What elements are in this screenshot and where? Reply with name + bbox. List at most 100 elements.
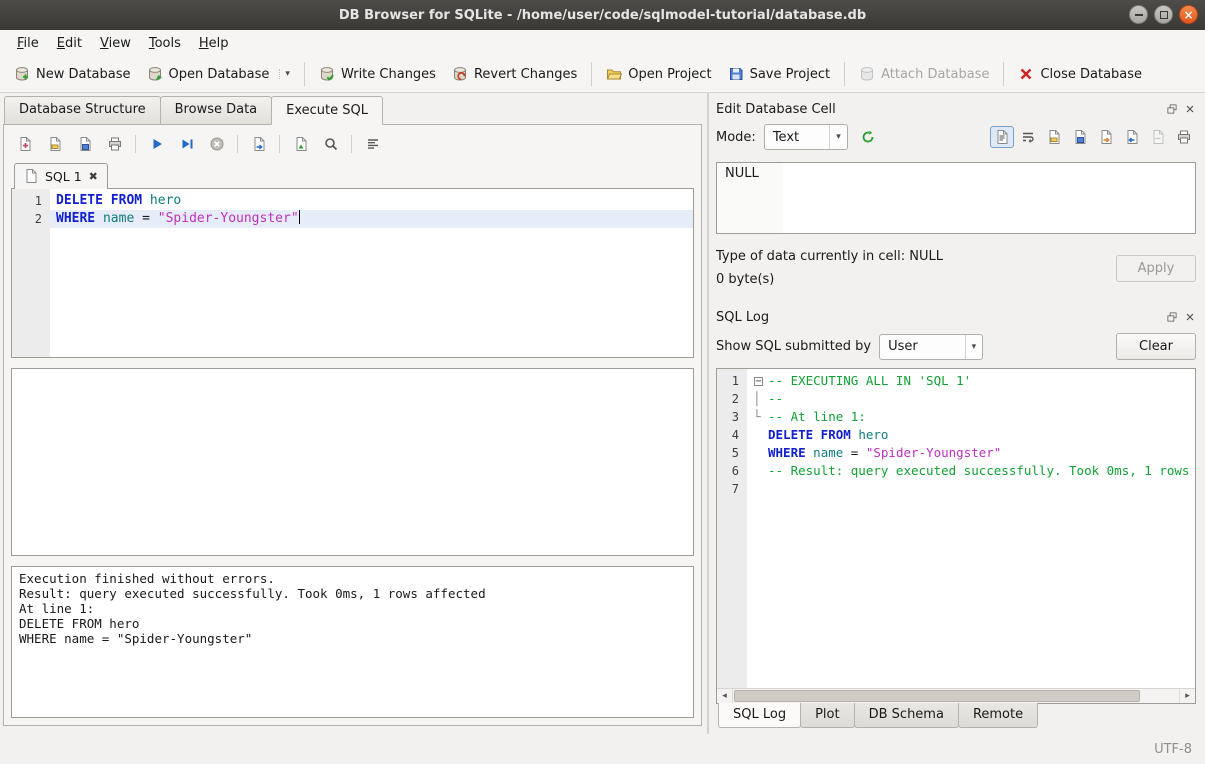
export-cell-button[interactable] — [1094, 126, 1118, 148]
line-number: 6 — [717, 462, 747, 480]
toolbar-separator — [279, 135, 280, 153]
new-database-button[interactable]: New Database — [6, 61, 139, 87]
menu-tools[interactable]: Tools — [140, 33, 190, 54]
stop-icon — [209, 136, 225, 152]
format-sql-button[interactable] — [359, 132, 386, 156]
log-line: 4DELETE FROM hero — [717, 426, 1195, 444]
minimize-button[interactable] — [1129, 5, 1148, 24]
dock-tab-bar: SQL LogPlotDB SchemaRemote — [716, 703, 1196, 728]
attach-database-button: Attach Database — [851, 61, 997, 87]
open-cell-button[interactable] — [1042, 126, 1066, 148]
main-toolbar: New Database Open Database ▾ Write ChangesR… — [0, 56, 1205, 93]
menu-view[interactable]: View — [91, 33, 140, 54]
minimize-icon — [1135, 14, 1143, 16]
tab-db-schema[interactable]: DB Schema — [854, 703, 959, 728]
toolbar-separator — [1003, 62, 1004, 86]
line-number: 1 — [717, 372, 747, 390]
line-number: 4 — [717, 426, 747, 444]
close-database-icon — [1018, 66, 1034, 82]
print-button[interactable] — [101, 132, 128, 156]
new-query-tab-button[interactable] — [11, 132, 38, 156]
chevron-down-icon: ▾ — [829, 125, 841, 149]
window-title: DB Browser for SQLite - /home/user/code/… — [339, 8, 866, 23]
close-window-button[interactable]: × — [1179, 5, 1198, 24]
close-tab-icon[interactable]: ✖ — [88, 170, 99, 183]
menu-help[interactable]: Help — [190, 33, 238, 54]
write-changes-button[interactable]: Write Changes — [311, 61, 444, 87]
find-replace-button[interactable] — [317, 132, 344, 156]
float-panel-icon[interactable] — [1165, 311, 1178, 324]
import-cell-button[interactable] — [1120, 126, 1144, 148]
line-number: 3 — [717, 408, 747, 426]
revert-changes-button[interactable]: Revert Changes — [444, 61, 585, 87]
tab-database-structure[interactable]: Database Structure — [4, 96, 161, 125]
mode-value: Text — [773, 130, 799, 145]
execute-all-button[interactable] — [143, 132, 170, 156]
log-filter-select[interactable]: User ▾ — [879, 334, 983, 360]
stop-button[interactable] — [203, 132, 230, 156]
execute-all-icon — [149, 136, 165, 152]
sql-log-title: SQL Log — [716, 310, 1165, 325]
export-results-button[interactable] — [245, 132, 272, 156]
save-project-button[interactable]: Save Project — [720, 61, 839, 87]
toolbar-separator — [844, 62, 845, 86]
maximize-button[interactable] — [1154, 5, 1173, 24]
toolbar-button-label: Close Database — [1040, 67, 1142, 82]
tab-execute-sql[interactable]: Execute SQL — [271, 96, 383, 125]
scroll-right-icon[interactable]: ▸ — [1179, 689, 1195, 703]
tab-sql-log[interactable]: SQL Log — [718, 703, 801, 728]
main-area: Database StructureBrowse DataExecute SQL… — [0, 93, 1205, 734]
close-database-button[interactable]: Close Database — [1010, 61, 1150, 87]
new-query-tab-icon — [17, 136, 33, 152]
save-results-button[interactable] — [287, 132, 314, 156]
open-project-button[interactable]: Open Project — [598, 61, 719, 87]
scroll-left-icon[interactable]: ◂ — [717, 689, 733, 703]
toolbar-button-label: Save Project — [750, 67, 831, 82]
open-sql-file-button[interactable] — [41, 132, 68, 156]
sql-tab[interactable]: SQL 1 ✖ — [14, 163, 108, 189]
find-replace-icon — [323, 136, 339, 152]
cell-editor[interactable]: NULL — [716, 162, 1196, 234]
print-cell-icon — [1176, 129, 1192, 145]
toolbar-button-label: Open Database — [169, 67, 270, 82]
titlebar: DB Browser for SQLite - /home/user/code/… — [0, 0, 1205, 30]
clear-button[interactable]: Clear — [1116, 333, 1196, 360]
export-results-icon — [251, 136, 267, 152]
print-cell-button[interactable] — [1172, 126, 1196, 148]
log-hscrollbar[interactable]: ◂ ▸ — [717, 688, 1195, 703]
fold-marker[interactable]: − — [753, 372, 768, 390]
log-line: 6-- Result: query executed successfully.… — [717, 462, 1195, 480]
auto-mode-button[interactable] — [856, 126, 880, 148]
attach-database-icon — [859, 66, 875, 82]
auto-mode-icon — [860, 129, 876, 145]
execute-line-button[interactable] — [173, 132, 200, 156]
collapse-icon[interactable]: − — [754, 377, 763, 386]
save-sql-file-button[interactable] — [71, 132, 98, 156]
mode-select[interactable]: Text ▾ — [764, 124, 848, 150]
tab-browse-data[interactable]: Browse Data — [160, 96, 273, 125]
float-panel-icon[interactable] — [1165, 103, 1178, 116]
toolbar-separator — [591, 62, 592, 86]
scroll-thumb[interactable] — [734, 690, 1140, 702]
close-panel-icon[interactable] — [1183, 311, 1196, 324]
cell-type-info: Type of data currently in cell: NULL — [716, 245, 1116, 268]
close-panel-icon[interactable] — [1183, 103, 1196, 116]
edit-cell-header: Edit Database Cell — [716, 97, 1196, 121]
format-sql-icon — [365, 136, 381, 152]
save-cell-button[interactable] — [1068, 126, 1092, 148]
window-controls: × — [1129, 5, 1198, 24]
sql-log-view[interactable]: 1−-- EXECUTING ALL IN 'SQL 1'2│--3└-- At… — [717, 369, 1195, 688]
text-mode-button[interactable] — [990, 126, 1014, 148]
scroll-track[interactable] — [733, 689, 1179, 703]
open-database-button[interactable]: Open Database ▾ — [139, 61, 298, 87]
menu-edit[interactable]: Edit — [48, 33, 91, 54]
tab-remote[interactable]: Remote — [958, 703, 1038, 728]
word-wrap-button[interactable] — [1016, 126, 1040, 148]
cell-editor-toolbar — [990, 126, 1196, 148]
apply-button[interactable]: Apply — [1116, 255, 1196, 282]
menu-file[interactable]: File — [8, 33, 48, 54]
chevron-down-icon[interactable]: ▾ — [279, 69, 290, 79]
tab-plot[interactable]: Plot — [800, 703, 855, 728]
sql-editor[interactable]: 1DELETE FROM hero2WHERE name = "Spider-Y… — [11, 188, 694, 358]
open-cell-icon — [1046, 129, 1062, 145]
